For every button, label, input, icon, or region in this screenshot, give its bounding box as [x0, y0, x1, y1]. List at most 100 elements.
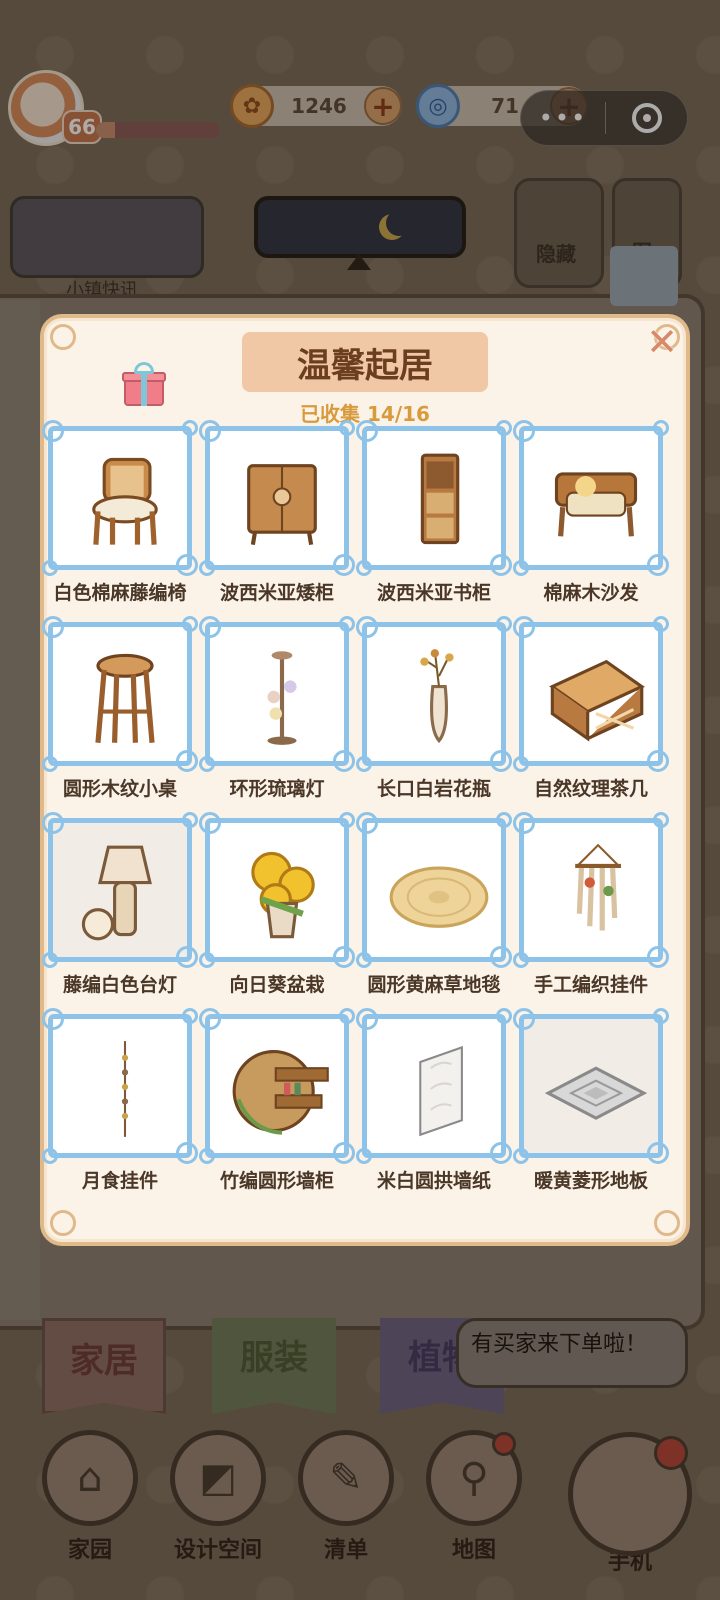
- bookcase-icon: [387, 449, 491, 553]
- frame-bow-ornament: [356, 1148, 372, 1164]
- collection-item[interactable]: 波西米亚书柜: [356, 420, 512, 616]
- item-label: 藤编白色台灯: [62, 974, 177, 996]
- frame-bow-ornament: [42, 756, 58, 772]
- frame-bow-ornament: [182, 812, 198, 828]
- frame-bow-ornament: [653, 812, 669, 828]
- item-frame: [199, 1008, 355, 1164]
- item-label: 白色棉麻藤编椅: [53, 582, 187, 604]
- collection-item[interactable]: 手工编织挂件: [513, 812, 669, 1008]
- collection-item[interactable]: 白色棉麻藤编椅: [42, 420, 198, 616]
- frame-bow-ornament: [653, 1008, 669, 1024]
- collection-item[interactable]: 自然纹理茶几: [513, 616, 669, 812]
- item-label: 圆形木纹小桌: [62, 778, 177, 800]
- frame-bow-ornament: [182, 616, 198, 632]
- item-frame: [356, 812, 512, 968]
- frame-bow-ornament: [339, 1008, 355, 1024]
- item-frame: [199, 616, 355, 772]
- item-label: 波西米亚书柜: [376, 582, 491, 604]
- item-frame: [513, 616, 669, 772]
- collection-item[interactable]: 圆形黄麻草地毯: [356, 812, 512, 1008]
- frame-bow-ornament: [42, 1148, 58, 1164]
- close-icon[interactable]: ✕: [642, 322, 682, 362]
- item-label: 棉麻木沙发: [543, 582, 639, 604]
- vase-icon: [387, 645, 491, 749]
- item-label: 手工编织挂件: [533, 974, 648, 996]
- wallpaper-icon: [387, 1037, 491, 1141]
- collection-item[interactable]: 米白圆拱墙纸: [356, 1008, 512, 1204]
- frame-bow-ornament: [513, 1148, 529, 1164]
- item-frame: [42, 812, 198, 968]
- frame-bow-ornament: [199, 560, 215, 576]
- item-label: 环形琉璃灯: [229, 778, 325, 800]
- frame-bow-ornament: [42, 952, 58, 968]
- item-label: 自然纹理茶几: [533, 778, 648, 800]
- jute-rug-icon: [387, 841, 491, 945]
- collection-item[interactable]: 月食挂件: [42, 1008, 198, 1204]
- frame-bow-ornament: [653, 420, 669, 436]
- item-label: 竹编圆形墙柜: [219, 1170, 334, 1192]
- low-cabinet-icon: [230, 449, 334, 553]
- frame-bow-ornament: [356, 756, 372, 772]
- frame-bow-ornament: [199, 1148, 215, 1164]
- item-frame: [356, 616, 512, 772]
- collection-item[interactable]: 长口白岩花瓶: [356, 616, 512, 812]
- item-label: 长口白岩花瓶: [376, 778, 491, 800]
- item-label: 波西米亚矮柜: [219, 582, 334, 604]
- frame-bow-ornament: [182, 420, 198, 436]
- coffee-table-icon: [544, 645, 648, 749]
- frame-bow-ornament: [182, 1008, 198, 1024]
- item-frame: [42, 420, 198, 576]
- item-frame: [513, 1008, 669, 1164]
- sunflower-pot-icon: [230, 841, 334, 945]
- item-label: 月食挂件: [81, 1170, 158, 1192]
- collection-item[interactable]: 藤编白色台灯: [42, 812, 198, 1008]
- collection-item[interactable]: 棉麻木沙发: [513, 420, 669, 616]
- collection-item[interactable]: 波西米亚矮柜: [199, 420, 355, 616]
- table-lamp-icon: [73, 841, 177, 945]
- collection-title: 温馨起居: [242, 332, 488, 392]
- item-frame: [42, 1008, 198, 1164]
- frame-bow-ornament: [496, 420, 512, 436]
- frame-bow-ornament: [653, 616, 669, 632]
- item-frame: [356, 1008, 512, 1164]
- frame-bow-ornament: [356, 952, 372, 968]
- corner-ornament: [654, 1210, 680, 1236]
- frame-bow-ornament: [199, 756, 215, 772]
- frame-bow-ornament: [496, 1008, 512, 1024]
- item-label: 暖黄菱形地板: [533, 1170, 648, 1192]
- item-frame: [199, 420, 355, 576]
- collection-item[interactable]: 环形琉璃灯: [199, 616, 355, 812]
- collection-item[interactable]: 向日葵盆栽: [199, 812, 355, 1008]
- rattan-chair-icon: [73, 449, 177, 553]
- frame-bow-ornament: [339, 812, 355, 828]
- round-stool-table-icon: [73, 645, 177, 749]
- item-frame: [513, 420, 669, 576]
- macrame-hanging-icon: [544, 841, 648, 945]
- frame-bow-ornament: [356, 560, 372, 576]
- collection-item[interactable]: 竹编圆形墙柜: [199, 1008, 355, 1204]
- eclipse-hanging-icon: [73, 1037, 177, 1141]
- frame-bow-ornament: [339, 616, 355, 632]
- item-label: 圆形黄麻草地毯: [367, 974, 501, 996]
- item-frame: [199, 812, 355, 968]
- frame-bow-ornament: [339, 420, 355, 436]
- corner-ornament: [50, 1210, 76, 1236]
- frame-bow-ornament: [496, 616, 512, 632]
- collection-item[interactable]: 暖黄菱形地板: [513, 1008, 669, 1204]
- corner-ornament: [50, 324, 76, 350]
- collection-item[interactable]: 圆形木纹小桌: [42, 616, 198, 812]
- item-label: 向日葵盆栽: [229, 974, 325, 996]
- item-frame: [356, 420, 512, 576]
- gift-reward-icon[interactable]: [122, 362, 166, 408]
- wood-sofa-icon: [544, 449, 648, 553]
- frame-bow-ornament: [496, 812, 512, 828]
- item-frame: [513, 812, 669, 968]
- frame-bow-ornament: [513, 952, 529, 968]
- frame-bow-ornament: [513, 560, 529, 576]
- bamboo-wall-shelf-icon: [230, 1037, 334, 1141]
- frame-bow-ornament: [513, 756, 529, 772]
- diamond-floor-icon: [544, 1037, 648, 1141]
- item-label: 米白圆拱墙纸: [376, 1170, 491, 1192]
- frame-bow-ornament: [199, 952, 215, 968]
- frame-bow-ornament: [42, 560, 58, 576]
